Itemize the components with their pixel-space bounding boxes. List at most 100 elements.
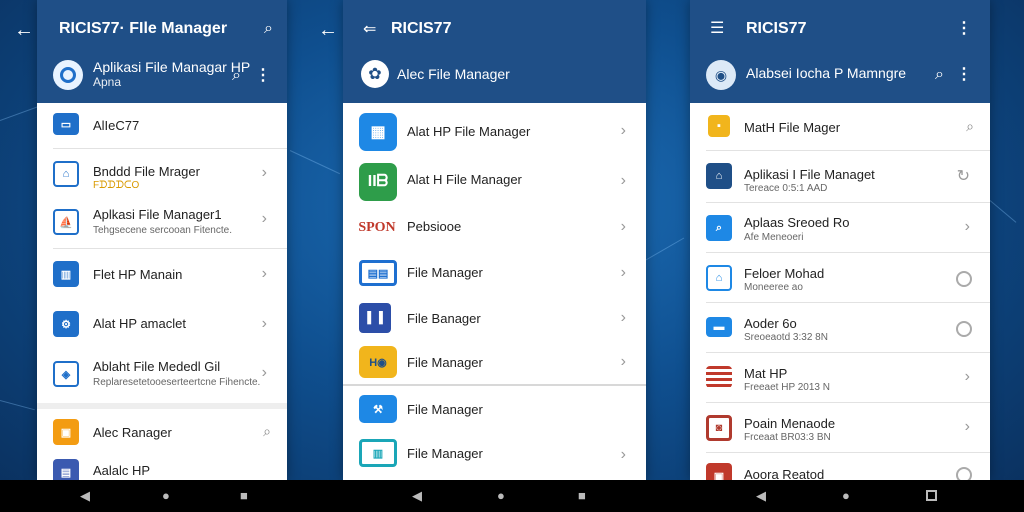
- chevron-right-icon[interactable]: ›: [965, 419, 970, 435]
- app-subtitle: Alabsei Iocha P Mamngre: [746, 65, 907, 81]
- list-item[interactable]: Mat HP Freeaet HP 2013 N ›: [690, 353, 990, 403]
- list-item[interactable]: ▤▤ File Manager ›: [343, 251, 646, 297]
- radio-icon[interactable]: [956, 467, 972, 480]
- item-secondary: Tehgsecene sercooan Fitencte.: [93, 225, 232, 236]
- list-item[interactable]: ⌕ Aplaas Sreoed Ro Afe Meneoeri ›: [690, 203, 990, 253]
- item-label: Pebsiooe: [407, 219, 462, 234]
- list-item[interactable]: ◙ Poain Menaode Frceaat BR03:3 BN ›: [690, 403, 990, 453]
- list-item[interactable]: ▥ File Manager ›: [343, 431, 646, 479]
- chevron-right-icon[interactable]: ›: [621, 173, 626, 189]
- list-item[interactable]: ▥ Flet HP Manain ›: [37, 249, 287, 299]
- item-label: Alat H File Manager: [407, 172, 522, 187]
- item-label: Poain Menaode: [744, 416, 836, 431]
- list-item[interactable]: ▣ Aoora Reatod: [690, 453, 990, 480]
- window-icon: ▤: [53, 459, 79, 480]
- chevron-right-icon[interactable]: ›: [965, 369, 970, 385]
- item-label: Flet HP Manain: [93, 267, 183, 282]
- list-item[interactable]: ▣ Alec Ranager ⌕: [37, 409, 287, 455]
- list-item[interactable]: ▪ MatH File Mager ⌕: [690, 103, 990, 151]
- item-label: Alec Ranager: [93, 425, 172, 440]
- nav-home-icon[interactable]: ●: [842, 489, 850, 502]
- phone-screen-2: ⇐ RICIS77 ✿ Alec File Manager ▦ Alat HP …: [343, 0, 646, 480]
- list-item[interactable]: SPON Pebsiooe ›: [343, 205, 646, 251]
- search-icon[interactable]: ⌕: [232, 68, 241, 84]
- item-label: Alat HP File Manager: [407, 124, 531, 139]
- app-bar: ⇐ RICIS77 ✿ Alec File Manager: [343, 0, 646, 103]
- more-vert-icon[interactable]: ⋮: [255, 68, 271, 84]
- app-subtitle: Alec File Manager: [397, 66, 510, 82]
- search-icon[interactable]: ⌕: [264, 21, 273, 37]
- chevron-right-icon[interactable]: ›: [621, 265, 626, 281]
- chevron-right-icon[interactable]: ›: [262, 316, 267, 332]
- radio-icon[interactable]: [956, 321, 972, 337]
- yellow-app-icon: H◉: [359, 346, 397, 378]
- section-divider: [343, 384, 646, 386]
- app-title: RICIS77: [746, 20, 807, 37]
- back-arrow-icon[interactable]: ←: [318, 20, 338, 40]
- list-item[interactable]: ▤ Aalalc HP: [37, 455, 287, 480]
- chevron-right-icon[interactable]: ›: [262, 266, 267, 282]
- item-label: Mat HP: [744, 366, 788, 381]
- layout-app-icon: ▥: [359, 439, 397, 467]
- chevron-right-icon[interactable]: ›: [621, 123, 626, 139]
- list-item[interactable]: ◈ Ablaht File Mededl Gil Replaresetetooe…: [37, 347, 287, 403]
- more-vert-icon[interactable]: ⋮: [956, 67, 972, 83]
- menu-back-icon[interactable]: ⇐: [363, 22, 376, 38]
- hamburger-menu-icon[interactable]: ☰: [710, 21, 724, 37]
- chevron-right-icon[interactable]: ›: [621, 354, 626, 370]
- search-doc-icon: ⌕: [706, 215, 732, 241]
- item-label: AlIeC77: [93, 118, 140, 133]
- app-bar: RICIS77· FIle Manager ⌕ Aplikasi File Ma…: [37, 0, 287, 103]
- subtitle-line2: Apna: [93, 75, 122, 89]
- list-item[interactable]: ⌂ Aplikasi I File Managet Tereace 0:5:1 …: [690, 151, 990, 203]
- nav-back-icon[interactable]: ◀: [756, 489, 766, 502]
- item-label: Aalalc HP: [93, 463, 151, 478]
- subtitle-line1: Aplikasi File Managar HP: [93, 59, 251, 75]
- chevron-right-icon[interactable]: ›: [262, 365, 267, 381]
- search-icon[interactable]: ⌕: [966, 118, 974, 135]
- list-item[interactable]: ⚙ Alat HP amaclet ›: [37, 299, 287, 347]
- item-label: File Manager: [407, 402, 483, 417]
- list-item[interactable]: ⚒ File Manager: [343, 387, 646, 431]
- chevron-right-icon[interactable]: ›: [262, 165, 267, 181]
- nav-recents-icon[interactable]: ■: [240, 489, 248, 502]
- orange-app-icon: ▣: [53, 419, 79, 445]
- chevron-right-icon[interactable]: ›: [965, 219, 970, 235]
- app-title: RICIS77· FIle Manager: [59, 20, 228, 37]
- chevron-right-icon[interactable]: ›: [621, 310, 626, 326]
- nav-home-icon[interactable]: ●: [497, 489, 505, 502]
- search-icon[interactable]: ⌕: [935, 67, 944, 83]
- nav-recents-icon[interactable]: ■: [578, 489, 586, 502]
- list-item[interactable]: IIᗷ Alat H File Manager ›: [343, 159, 646, 205]
- box-icon: ◈: [53, 361, 79, 387]
- more-vert-icon[interactable]: ⋮: [956, 21, 972, 37]
- list-item[interactable]: ▦ Alat HP File Manager ›: [343, 103, 646, 159]
- nav-back-icon[interactable]: ◀: [412, 489, 422, 502]
- phone-screen-3: ☰ RICIS77 ⋮ ◉ Alabsei Iocha P Mamngre ⌕ …: [690, 0, 990, 480]
- search-icon[interactable]: ⌕: [263, 423, 271, 440]
- nav-home-icon[interactable]: ●: [162, 489, 170, 502]
- list-item[interactable]: H◉ File Manager ›: [343, 341, 646, 385]
- list-item[interactable]: ⌂ Bnddd File Mrager FᗪᗪᗪᑕO ›: [37, 149, 287, 197]
- list-item[interactable]: ▬ Aoder 6o Sreoeaotd 3:32 8N: [690, 303, 990, 353]
- doc-app-icon: ▦: [359, 113, 397, 151]
- item-label: File Manager: [407, 265, 483, 280]
- nav-recents-icon[interactable]: [926, 490, 937, 501]
- nav-back-icon[interactable]: ◀: [80, 489, 90, 502]
- item-label: MatH File Mager: [744, 120, 841, 135]
- back-arrow-icon[interactable]: ←: [14, 20, 34, 40]
- list-item[interactable]: ▭ AlIeC77: [37, 103, 287, 149]
- red-app-icon: ◙: [706, 415, 732, 441]
- list-item[interactable]: ▌▐ File Banager ›: [343, 297, 646, 341]
- chevron-right-icon[interactable]: ›: [262, 211, 267, 227]
- chevron-right-icon[interactable]: ›: [621, 219, 626, 235]
- item-label: Feloer Mohad: [744, 266, 825, 281]
- phone-screen-1: RICIS77· FIle Manager ⌕ Aplikasi File Ma…: [37, 0, 287, 480]
- bg-line: [644, 237, 685, 261]
- refresh-icon[interactable]: ↻: [957, 169, 970, 185]
- chevron-right-icon[interactable]: ›: [621, 447, 626, 463]
- item-secondary: Tereace 0:5:1 AAD: [744, 183, 828, 194]
- list-item[interactable]: ⛵ Aplkasi File Manager1 Tehgsecene serco…: [37, 197, 287, 249]
- radio-icon[interactable]: [956, 271, 972, 287]
- list-item[interactable]: ⌂ Feloer Mohad Moneeree ao: [690, 253, 990, 303]
